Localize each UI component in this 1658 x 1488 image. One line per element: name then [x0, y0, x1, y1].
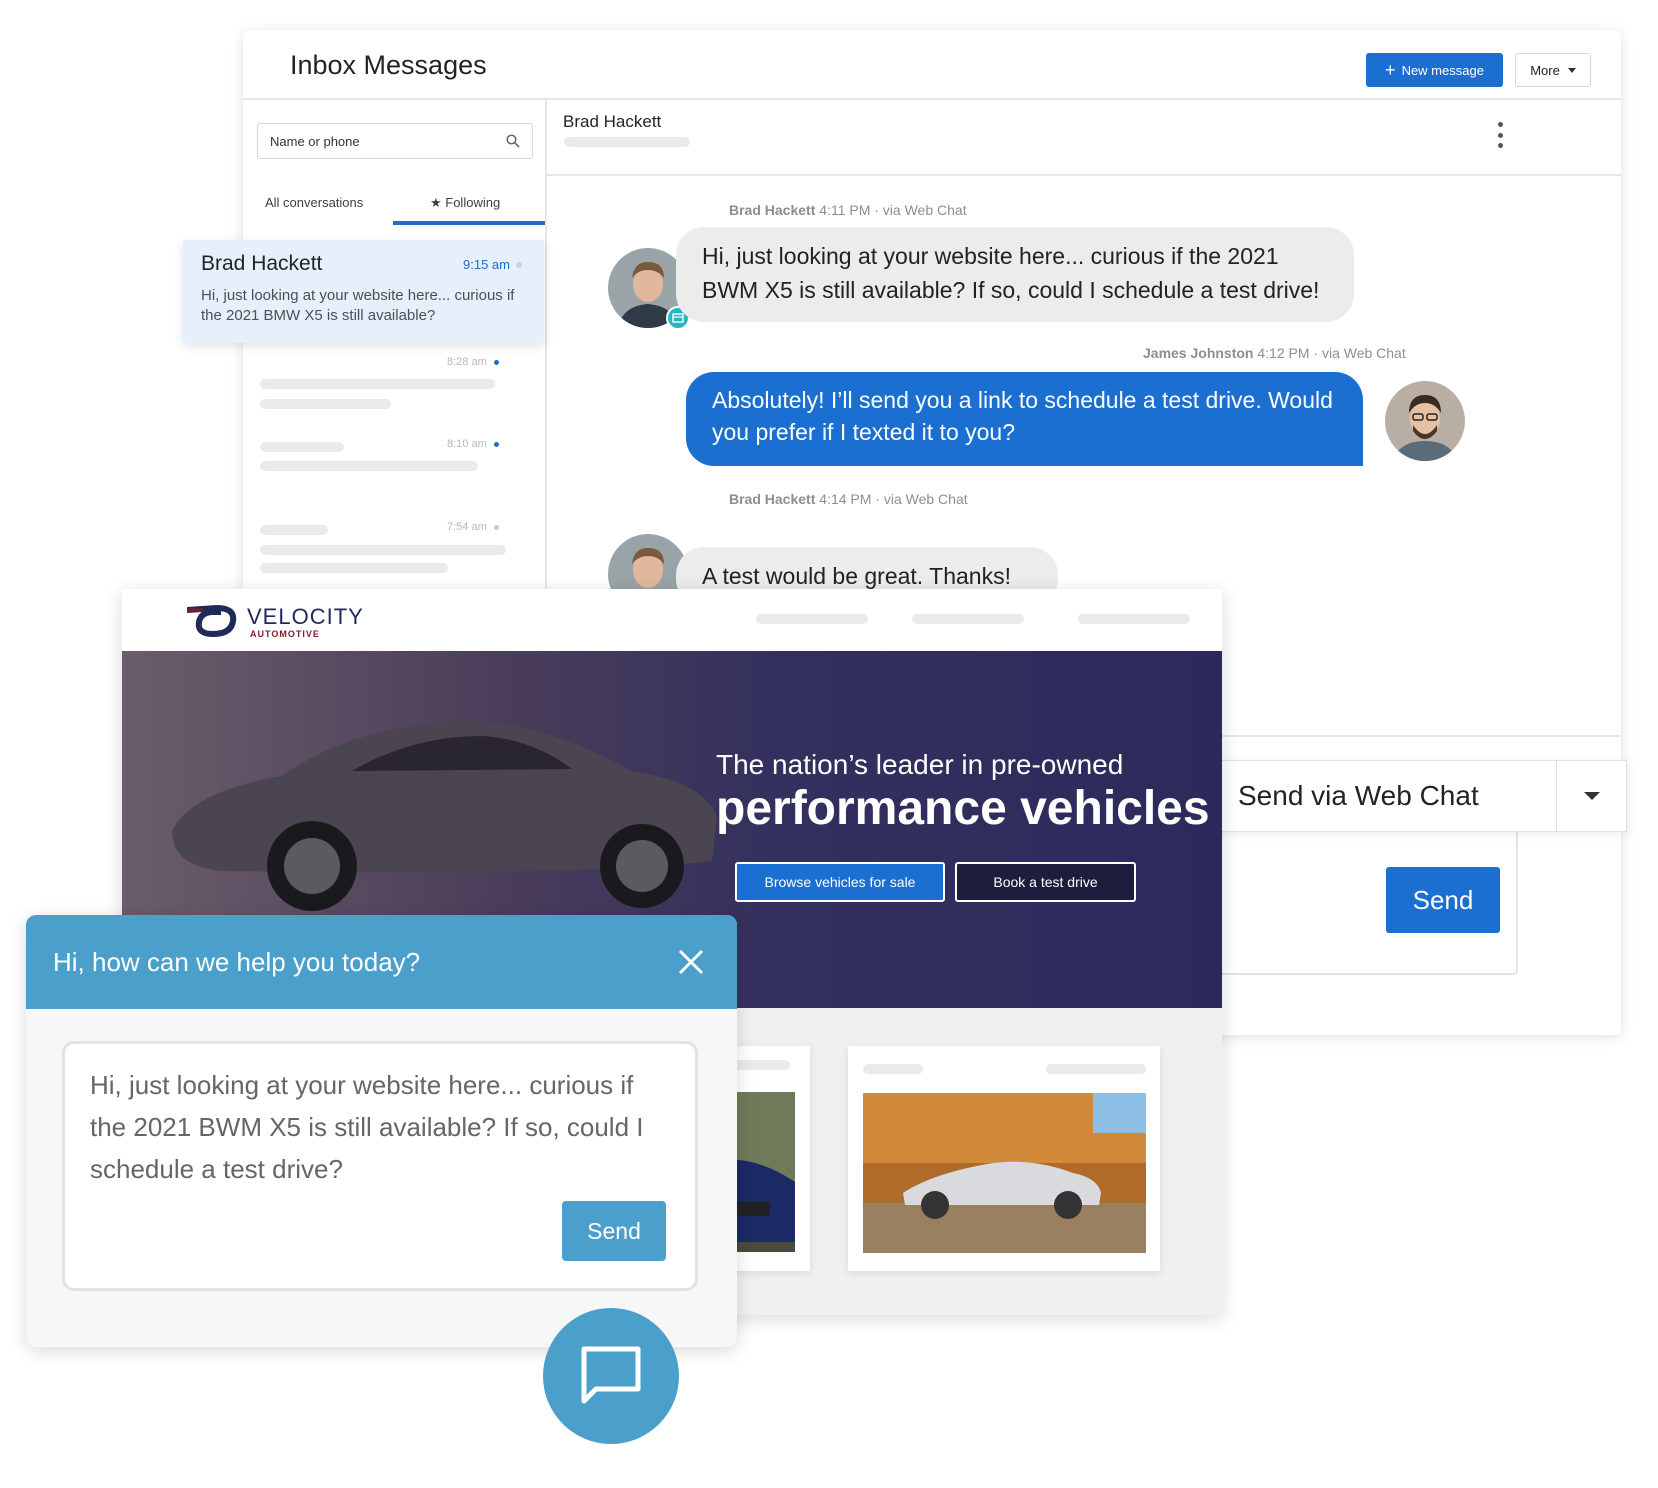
- read-dot: [516, 262, 522, 268]
- more-button[interactable]: More: [1515, 53, 1591, 87]
- placeholder-line: [260, 461, 478, 471]
- placeholder-line: [260, 399, 391, 409]
- tab-following[interactable]: ★ Following: [430, 195, 500, 211]
- hero-subtitle: The nation’s leader in pre-owned: [716, 749, 1124, 780]
- conversation-time: 8:10 am: [447, 438, 487, 450]
- conversation-preview: Hi, just looking at your website here...…: [201, 287, 515, 324]
- search-icon: [506, 134, 520, 148]
- webchat-widget: Hi, how can we help you today? Hi, just …: [26, 915, 737, 1347]
- message-time: 4:12 PM · via Web Chat: [1257, 345, 1406, 361]
- avatar: [1385, 381, 1465, 461]
- widget-message-box[interactable]: Hi, just looking at your website here...…: [62, 1041, 698, 1291]
- conversation-time: 9:15 am: [463, 257, 510, 272]
- message-sender: James Johnston: [1143, 345, 1254, 361]
- placeholder-line: [1046, 1064, 1146, 1074]
- site-nav: VELOCITY AUTOMOTIVE: [122, 589, 1222, 651]
- chat-launcher-button[interactable]: [543, 1308, 679, 1444]
- conversation-item-selected[interactable]: Brad Hackett 9:15 am Hi, just looking at…: [183, 240, 544, 343]
- message-time: 4:11 PM · via Web Chat: [819, 202, 967, 218]
- widget-message-text[interactable]: Hi, just looking at your website here...…: [90, 1064, 670, 1190]
- list-divider: [545, 98, 547, 638]
- new-message-button[interactable]: + New message: [1366, 53, 1503, 87]
- tab-all-conversations[interactable]: All conversations: [265, 195, 363, 210]
- message-meta: James Johnston 4:12 PM · via Web Chat: [1143, 345, 1406, 361]
- message-bubble-outgoing: Absolutely! I’ll send you a link to sche…: [686, 372, 1363, 466]
- message-sender: Brad Hackett: [729, 491, 816, 507]
- placeholder-line: [260, 545, 506, 555]
- composer-divider: [1203, 735, 1621, 737]
- send-button[interactable]: Send: [1386, 867, 1500, 933]
- chat-contact-name: Brad Hackett: [563, 112, 662, 131]
- caret-down-icon: [1567, 67, 1576, 73]
- browse-vehicles-button[interactable]: Browse vehicles for sale: [735, 862, 945, 902]
- message-meta: Brad Hackett 4:11 PM · via Web Chat: [729, 202, 967, 218]
- active-tab-indicator: [393, 221, 545, 225]
- placeholder-line: [260, 563, 448, 573]
- unread-dot: [494, 442, 499, 447]
- header-divider: [243, 98, 1621, 100]
- placeholder-line: [260, 379, 495, 389]
- search-placeholder: Name or phone: [270, 133, 360, 149]
- conversation-time: 8:28 am: [447, 356, 487, 368]
- close-icon[interactable]: [676, 947, 706, 977]
- velocity-logo-icon: [187, 604, 237, 638]
- placeholder-line: [260, 442, 344, 452]
- nav-item-placeholder[interactable]: [912, 614, 1024, 624]
- brand-sub: AUTOMOTIVE: [250, 629, 320, 639]
- nav-item-placeholder[interactable]: [756, 614, 868, 624]
- conversation-time: 7:54 am: [447, 521, 487, 533]
- placeholder-line: [564, 137, 690, 147]
- placeholder-line: [863, 1064, 923, 1074]
- message-sender: Brad Hackett: [729, 202, 816, 218]
- message-meta: Brad Hackett 4:14 PM · via Web Chat: [729, 491, 968, 507]
- message-bubble-incoming: Hi, just looking at your website here...…: [676, 227, 1354, 322]
- sports-car-image: [172, 721, 717, 911]
- widget-send-button[interactable]: Send: [562, 1201, 666, 1261]
- book-test-drive-button[interactable]: Book a test drive: [955, 862, 1136, 902]
- chat-header-divider: [545, 174, 1621, 176]
- widget-title: Hi, how can we help you today?: [53, 947, 421, 977]
- conversation-item[interactable]: 8:10 am: [243, 430, 543, 510]
- kebab-icon[interactable]: [1495, 122, 1505, 148]
- placeholder-line: [260, 525, 328, 535]
- chat-bubble-icon: [581, 1346, 641, 1404]
- unread-dot: [494, 360, 499, 365]
- send-channel-select[interactable]: Send via Web Chat: [1215, 760, 1627, 832]
- read-dot: [494, 525, 499, 530]
- widget-header: Hi, how can we help you today?: [26, 915, 737, 1009]
- message-time: 4:14 PM · via Web Chat: [819, 491, 968, 507]
- page-title: Inbox Messages: [290, 50, 487, 80]
- new-message-label: New message: [1401, 62, 1484, 78]
- vehicle-card[interactable]: [848, 1046, 1160, 1271]
- plus-icon: +: [1385, 60, 1396, 80]
- vehicle-image: [863, 1093, 1146, 1253]
- more-label: More: [1530, 62, 1560, 78]
- hero-title: performance vehicles: [716, 782, 1210, 835]
- brand-name: VELOCITY: [247, 604, 364, 629]
- caret-down-icon[interactable]: [1556, 761, 1626, 831]
- conversation-item[interactable]: 8:28 am: [243, 348, 543, 428]
- search-input[interactable]: Name or phone: [257, 123, 533, 159]
- send-channel-label: Send via Web Chat: [1238, 780, 1479, 811]
- nav-item-placeholder[interactable]: [1078, 614, 1190, 624]
